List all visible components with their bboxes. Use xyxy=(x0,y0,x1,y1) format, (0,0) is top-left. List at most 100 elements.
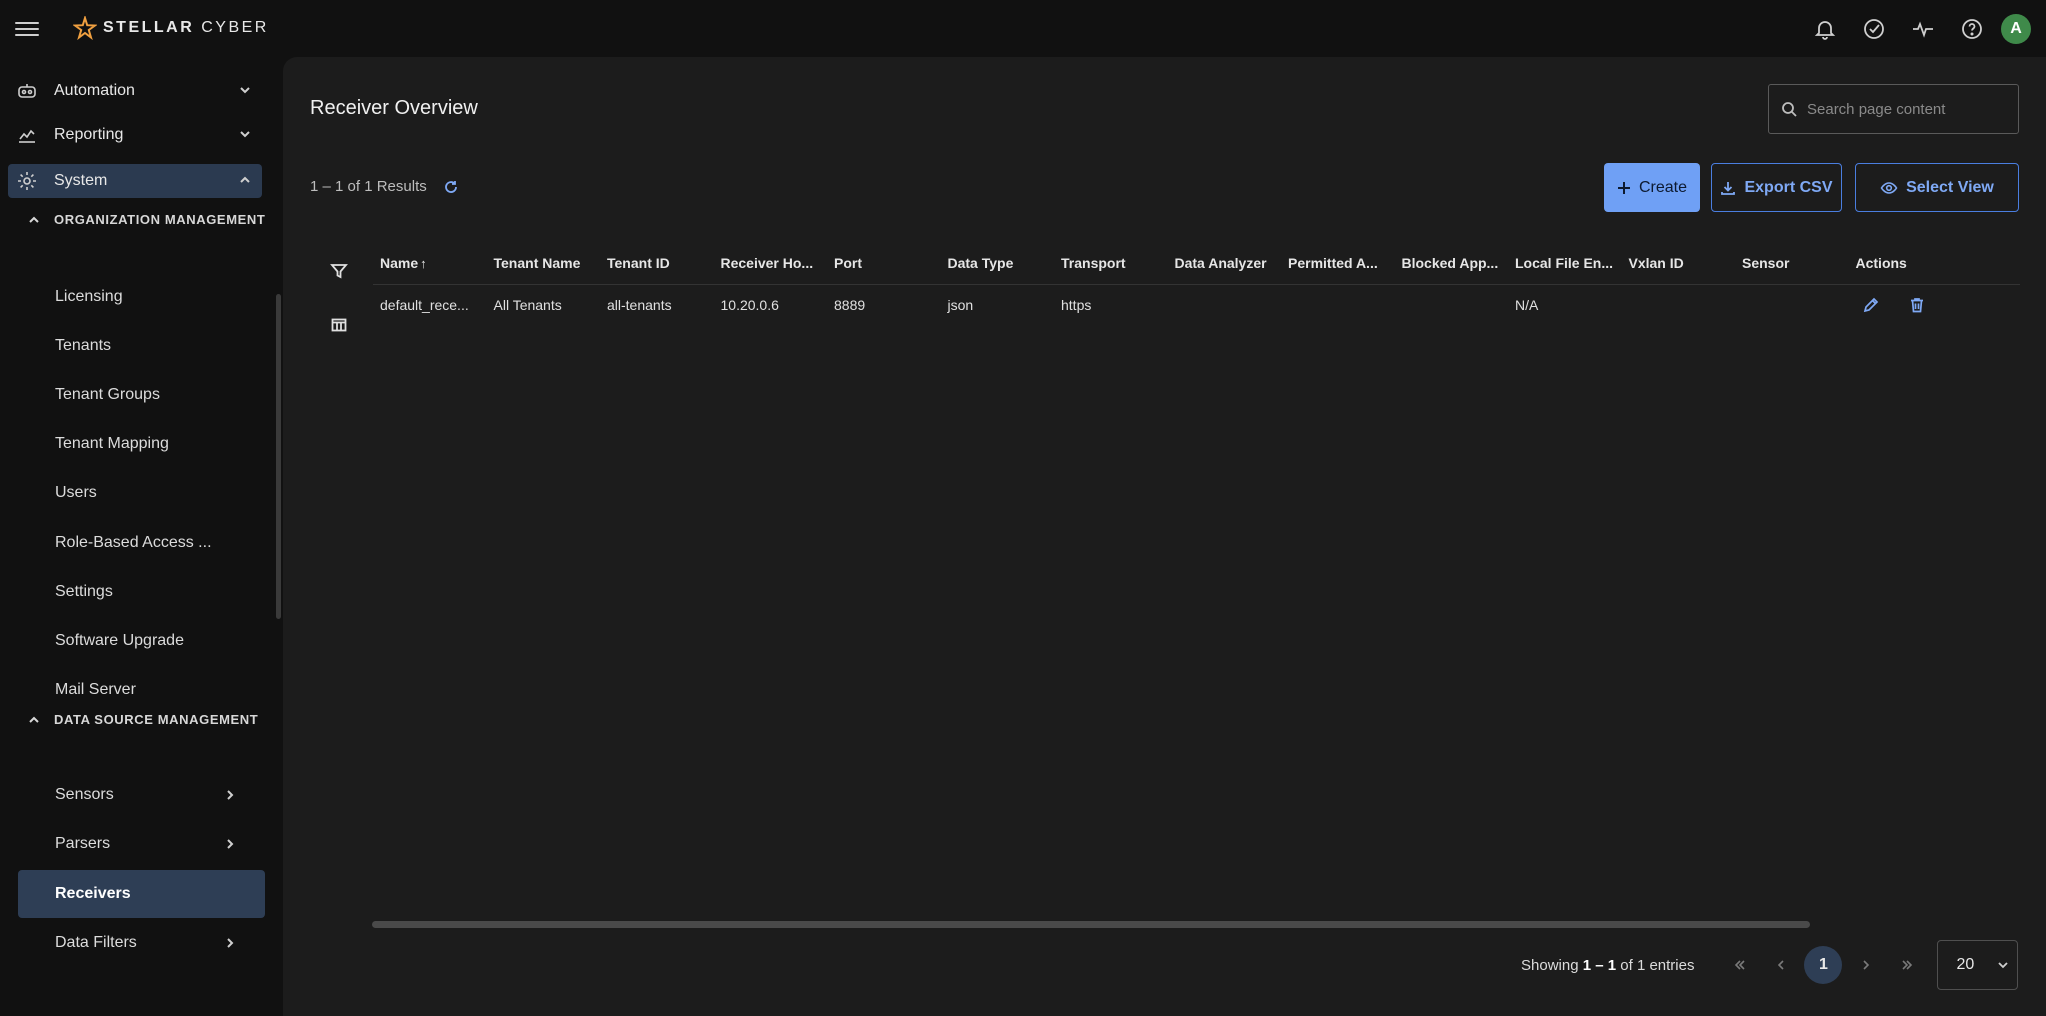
search-input[interactable] xyxy=(1807,100,2007,118)
sidebar-item-tenant-mapping[interactable]: Tenant Mapping xyxy=(18,420,265,468)
edit-pencil-icon[interactable] xyxy=(1862,296,1880,314)
first-page-icon[interactable] xyxy=(1719,945,1760,985)
cell-tenant-name: All Tenants xyxy=(493,297,562,313)
sidebar-item-sensors[interactable]: Sensors xyxy=(18,771,265,819)
sort-arrow-icon[interactable]: ↑ xyxy=(420,256,427,271)
column-header-tenant-name[interactable]: Tenant Name xyxy=(487,255,601,271)
sidebar-item-label: Reporting xyxy=(54,126,124,143)
column-header-vxlan-id[interactable]: Vxlan ID xyxy=(1622,255,1736,271)
column-header-data-analyzer[interactable]: Data Analyzer xyxy=(1168,255,1282,271)
chevron-right-icon xyxy=(227,839,234,849)
horizontal-scrollbar[interactable] xyxy=(372,921,1810,928)
column-header-transport[interactable]: Transport xyxy=(1054,255,1168,271)
column-header-local-file-enabled[interactable]: Local File En... xyxy=(1508,255,1622,271)
sidebar-item-reporting[interactable]: Reporting xyxy=(8,118,262,152)
check-circle-icon[interactable] xyxy=(1849,0,1898,57)
cell-port: 8889 xyxy=(834,297,866,313)
top-bar: STELLAR CYBER A xyxy=(0,0,2046,57)
sidebar-item-automation[interactable]: Automation xyxy=(8,74,262,108)
sidebar-item-settings[interactable]: Settings xyxy=(18,568,265,616)
create-button[interactable]: Create xyxy=(1604,163,1700,212)
sidebar-item-label: Mail Server xyxy=(55,681,136,698)
export-csv-button[interactable]: Export CSV xyxy=(1711,163,1842,212)
column-header-tenant-id[interactable]: Tenant ID xyxy=(600,255,714,271)
column-header-receiver-host[interactable]: Receiver Ho... xyxy=(714,255,828,271)
sidebar-item-label: Parsers xyxy=(55,835,111,852)
main-panel: Receiver Overview 1 – 1 of 1 Results Cre… xyxy=(283,57,2046,1016)
cell-name[interactable]: default_rece... xyxy=(373,297,487,313)
brand-logo[interactable]: STELLAR CYBER xyxy=(73,16,269,40)
sidebar-item-tenants[interactable]: Tenants xyxy=(18,322,265,370)
sidebar-item-licensing[interactable]: Licensing xyxy=(18,273,265,321)
sidebar-item-label: Role-Based Access ... xyxy=(55,534,212,551)
search-box[interactable] xyxy=(1768,84,2019,134)
sidebar-item-parsers[interactable]: Parsers xyxy=(18,820,265,868)
sidebar-item-data-filters[interactable]: Data Filters xyxy=(18,919,265,967)
sidebar-item-tenant-groups[interactable]: Tenant Groups xyxy=(18,371,265,419)
chevron-up-icon xyxy=(29,216,39,223)
bell-icon[interactable] xyxy=(1800,0,1849,57)
help-icon[interactable] xyxy=(1947,0,1996,57)
section-label: ORGANIZATION MANAGEMENT xyxy=(54,212,266,227)
refresh-icon[interactable] xyxy=(443,179,459,195)
column-header-blocked-apps[interactable]: Blocked App... xyxy=(1395,255,1509,271)
filter-icon[interactable] xyxy=(328,260,350,282)
cell-actions xyxy=(1849,296,1999,314)
page-size-select[interactable]: 20 xyxy=(1937,940,2019,990)
sidebar-item-label: System xyxy=(54,172,108,189)
sidebar-item-receivers[interactable]: Receivers xyxy=(18,870,265,918)
sidebar-item-mail-server[interactable]: Mail Server xyxy=(18,666,265,714)
chevron-up-icon xyxy=(240,176,250,183)
sidebar-item-label: Settings xyxy=(55,583,113,600)
avatar[interactable]: A xyxy=(2001,13,2031,44)
last-page-icon[interactable] xyxy=(1886,945,1927,985)
showing-entries: Showing 1 – 1 of 1 entries xyxy=(1521,957,1694,974)
trash-icon[interactable] xyxy=(1908,296,1926,314)
sidebar-item-users[interactable]: Users xyxy=(18,469,265,517)
table-header: Name ↑ Tenant Name Tenant ID Receiver Ho.… xyxy=(373,242,2020,285)
pulse-icon[interactable] xyxy=(1898,0,1947,57)
chevron-down-icon xyxy=(240,87,250,94)
sidebar-item-label: Users xyxy=(55,484,97,501)
sidebar-item-label: Licensing xyxy=(55,288,123,305)
chevron-down-icon xyxy=(1998,962,2008,969)
page-size-value: 20 xyxy=(1956,956,1975,973)
download-icon xyxy=(1721,181,1736,195)
table-row[interactable]: default_rece... All Tenants all-tenants … xyxy=(373,285,2020,325)
chevron-right-icon xyxy=(227,938,234,948)
search-icon xyxy=(1782,102,1797,117)
section-label: DATA SOURCE MANAGEMENT xyxy=(54,712,259,727)
sidebar-item-system[interactable]: System xyxy=(8,164,262,198)
select-view-button[interactable]: Select View xyxy=(1855,163,2019,212)
export-button-label: Export CSV xyxy=(1744,178,1833,196)
sidebar-item-label: Tenant Groups xyxy=(55,386,160,403)
page-title: Receiver Overview xyxy=(310,97,478,119)
showing-prefix: Showing xyxy=(1521,956,1583,974)
sidebar-item-label: Tenants xyxy=(55,337,112,354)
sidebar-item-label: Sensors xyxy=(55,786,114,803)
chevron-up-icon xyxy=(29,716,39,723)
sidebar-item-label: Software Upgrade xyxy=(55,632,184,649)
columns-icon[interactable] xyxy=(328,314,350,336)
cell-tenant-id: all-tenants xyxy=(607,297,672,313)
page-number-current[interactable]: 1 xyxy=(1804,946,1843,984)
column-header-data-type[interactable]: Data Type xyxy=(941,255,1055,271)
column-header-port[interactable]: Port xyxy=(827,255,941,271)
column-header-actions: Actions xyxy=(1855,255,1907,271)
sidebar-item-label: Tenant Mapping xyxy=(55,435,169,452)
menu-icon[interactable] xyxy=(15,18,39,38)
section-data-source-management[interactable]: DATA SOURCE MANAGEMENT xyxy=(28,712,258,727)
next-page-icon[interactable] xyxy=(1845,945,1886,985)
results-text: 1 – 1 of 1 Results xyxy=(310,178,427,195)
cell-transport: https xyxy=(1061,297,1092,313)
sidebar-scrollbar[interactable] xyxy=(276,294,281,619)
sidebar-item-software-upgrade[interactable]: Software Upgrade xyxy=(18,617,265,665)
column-header-name[interactable]: Name ↑ xyxy=(373,255,487,271)
gear-icon xyxy=(16,170,38,192)
sidebar-item-role-based-access[interactable]: Role-Based Access ... xyxy=(18,519,265,567)
column-header-permitted-apps[interactable]: Permitted A... xyxy=(1281,255,1395,271)
prev-page-icon[interactable] xyxy=(1760,945,1801,985)
column-header-sensor[interactable]: Sensor xyxy=(1735,255,1849,271)
section-organization-management[interactable]: ORGANIZATION MANAGEMENT xyxy=(28,212,265,227)
cell-data-type: json xyxy=(947,297,974,313)
